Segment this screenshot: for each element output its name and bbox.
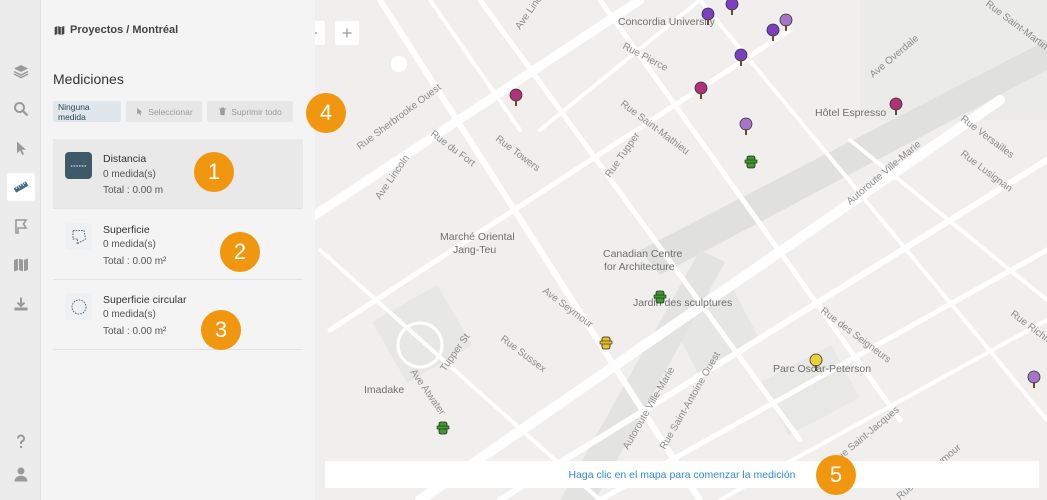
poi-label: Imadake: [364, 384, 404, 396]
flag-icon: [15, 219, 28, 234]
tool-area[interactable]: Superficie 0 medida(s) Total : 0.00 m²: [53, 210, 303, 280]
map-label: Concordia University: [618, 16, 716, 28]
tool-name: Superficie: [103, 224, 150, 236]
rail-layers-button[interactable]: [7, 57, 35, 85]
no-measure-button[interactable]: Ninguna medida: [53, 101, 121, 122]
select-button[interactable]: Seleccionar: [126, 101, 202, 122]
hydrant-marker-icon[interactable]: [744, 155, 758, 169]
pointer-icon: [137, 107, 143, 116]
rail-measure-button[interactable]: [7, 173, 35, 201]
breadcrumb[interactable]: Proyectos / Montréal: [54, 24, 178, 36]
add-button[interactable]: [335, 21, 359, 45]
map-hint-bar: Haga clic en el mapa para comenzar la me…: [325, 461, 1039, 488]
tool-name: Superficie circular: [103, 294, 187, 306]
poi-label: Parc Oscar-Peterson: [773, 363, 871, 375]
hydrant-marker-icon[interactable]: [599, 336, 613, 350]
callout-badge: 2: [220, 232, 260, 272]
select-label: Seleccionar: [148, 106, 193, 117]
tool-count: 0 medida(s): [103, 239, 156, 250]
tool-count: 0 medida(s): [103, 309, 156, 320]
tool-count: 0 medida(s): [103, 169, 156, 180]
hydrant-marker-icon[interactable]: [436, 421, 450, 435]
user-icon: [14, 467, 28, 482]
rail-search-button[interactable]: [7, 95, 35, 123]
poi-label: Marché Oriental: [440, 231, 515, 243]
tool-total: Total : 0.00 m²: [103, 256, 167, 267]
tool-circular-area[interactable]: Superficie circular 0 medida(s) Total : …: [53, 280, 303, 350]
tool-name: Distancia: [103, 153, 147, 165]
help-icon: [16, 434, 25, 449]
trash-icon: [219, 107, 227, 116]
rail-annotation-button[interactable]: [7, 212, 35, 240]
no-measure-label: Ninguna medida: [58, 101, 90, 122]
poi-label: Hôtel Espresso: [815, 107, 886, 119]
polygon-icon: [65, 223, 92, 250]
circle-icon: [65, 293, 92, 320]
map-icon: [14, 258, 28, 272]
breadcrumb-text: Proyectos / Montréal: [70, 24, 179, 36]
page-title: Mediciones: [53, 71, 124, 87]
measurements-panel: Proyectos / Montréal Mediciones Ninguna …: [41, 0, 315, 500]
rail-select-button[interactable]: [7, 134, 35, 162]
rail-map-button[interactable]: [7, 251, 35, 279]
hydrant-marker-icon[interactable]: [653, 290, 667, 304]
rail-download-button[interactable]: [7, 290, 35, 318]
download-icon: [14, 297, 28, 311]
layers-icon: [13, 65, 29, 79]
search-icon: [14, 102, 29, 117]
left-rail: [0, 0, 41, 500]
plus-icon: [342, 28, 352, 38]
map-icon: [54, 25, 65, 35]
rail-user-button[interactable]: [7, 460, 35, 488]
poi-label: Canadian Centre: [603, 248, 683, 260]
callout-badge: 5: [816, 455, 856, 495]
measure-toolbar: Ninguna medida Seleccionar Suprimir todo: [53, 101, 293, 122]
poi-label: Jang-Teu: [453, 244, 496, 256]
callout-badge: 3: [201, 310, 241, 350]
poi-label: Jardin des sculptures: [633, 297, 732, 309]
pointer-icon: [17, 141, 26, 155]
tool-total: Total : 0.00 m²: [103, 326, 167, 337]
delete-all-label: Suprimir todo: [231, 106, 282, 117]
rail-help-button[interactable]: [7, 427, 35, 455]
tool-distance[interactable]: Distancia 0 medida(s) Total : 0.00 m: [53, 139, 303, 209]
callout-badge: 1: [194, 152, 234, 192]
poi-label: for Architecture: [604, 261, 675, 273]
distance-icon: [65, 152, 92, 179]
tool-total: Total : 0.00 m: [103, 185, 164, 196]
map-hint-text: Haga clic en el mapa para comenzar la me…: [568, 468, 796, 481]
ruler-icon: [13, 181, 29, 193]
delete-all-button[interactable]: Suprimir todo: [207, 101, 293, 122]
callout-badge: 4: [306, 93, 346, 133]
